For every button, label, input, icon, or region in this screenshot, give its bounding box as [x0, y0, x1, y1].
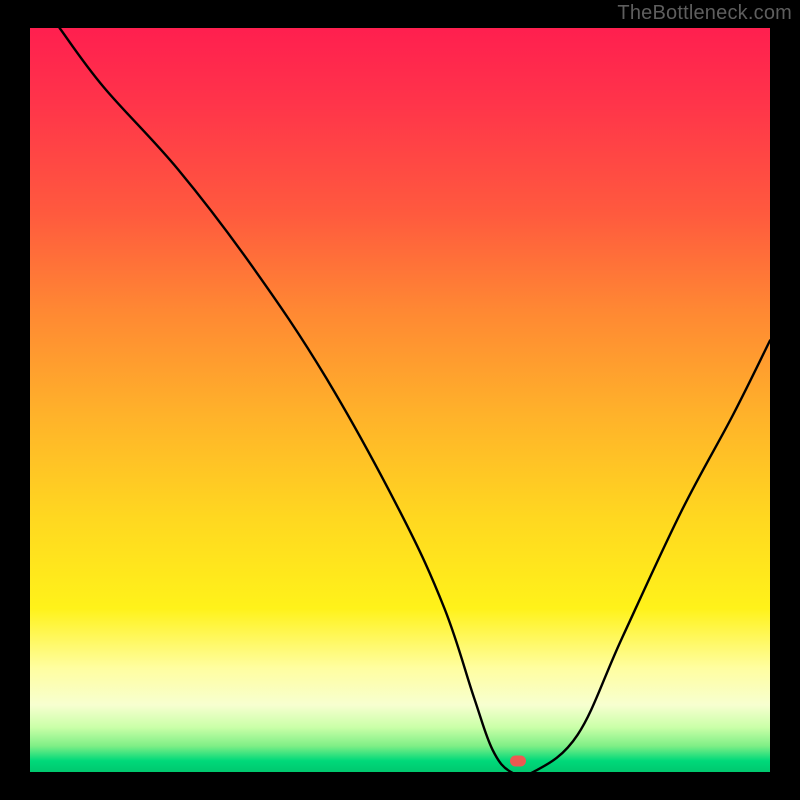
optimum-marker: [510, 755, 526, 766]
plot-outer: [30, 28, 770, 772]
watermark-text: TheBottleneck.com: [617, 2, 792, 25]
bottleneck-curve: [30, 28, 770, 772]
chart-frame: TheBottleneck.com: [0, 0, 800, 800]
plot-area: [30, 28, 770, 772]
